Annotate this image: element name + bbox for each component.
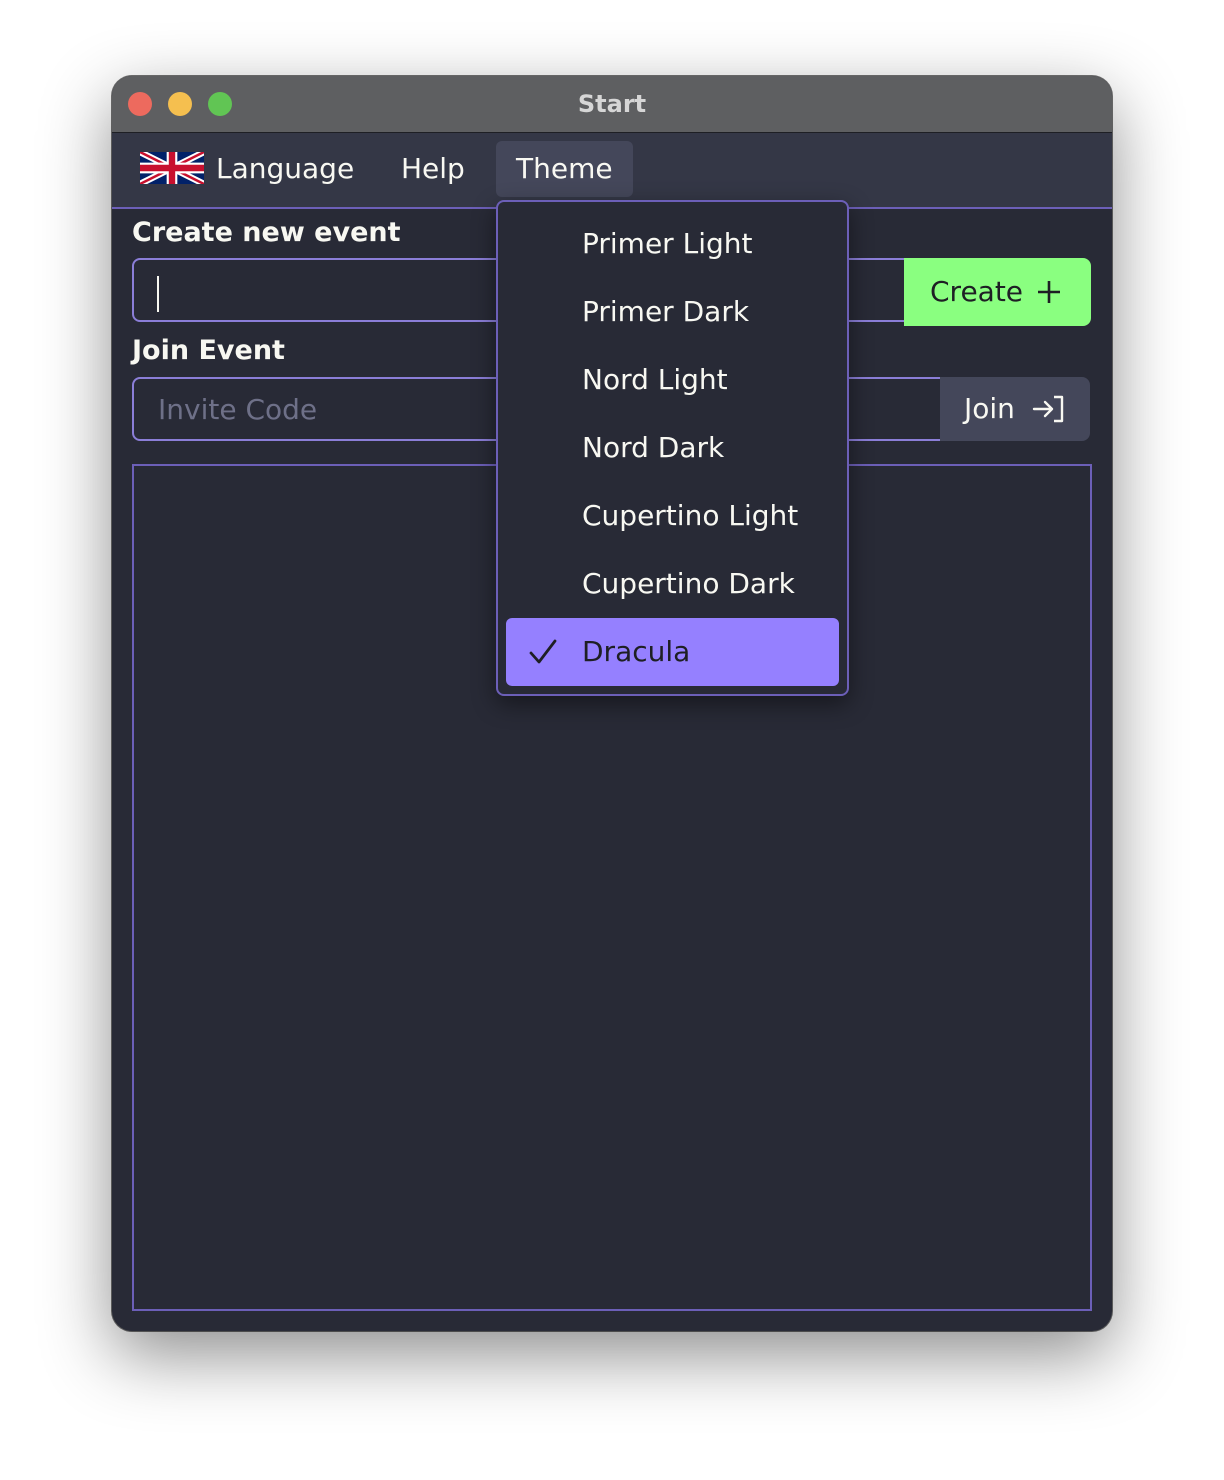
check-icon — [529, 639, 557, 664]
theme-option-nord-dark[interactable]: Nord Dark — [506, 414, 839, 482]
theme-option-label: Primer Light — [582, 227, 753, 260]
join-event-heading: Join Event — [132, 335, 285, 366]
theme-option-label: Primer Dark — [582, 295, 750, 328]
menu-language-label: Language — [216, 152, 355, 185]
menu-language[interactable]: Language — [120, 141, 374, 197]
create-button-label: Create — [930, 275, 1024, 308]
text-cursor — [157, 276, 159, 312]
theme-option-label: Cupertino Dark — [582, 567, 795, 600]
theme-option-label: Nord Light — [582, 363, 728, 396]
theme-option-label: Cupertino Light — [582, 499, 799, 532]
theme-option-cupertino-dark[interactable]: Cupertino Dark — [506, 550, 839, 618]
menu-bar: Language Help Theme — [112, 133, 1112, 209]
create-event-heading: Create new event — [132, 217, 401, 248]
theme-dropdown-menu: Primer Light Primer Dark Nord Light Nord… — [496, 200, 849, 696]
theme-option-label: Dracula — [582, 635, 691, 668]
plus-icon — [1038, 281, 1060, 303]
menu-help[interactable]: Help — [381, 141, 485, 197]
theme-option-primer-light[interactable]: Primer Light — [506, 210, 839, 278]
join-button[interactable]: Join — [940, 377, 1090, 441]
window-title: Start — [577, 90, 647, 118]
create-button[interactable]: Create — [904, 258, 1091, 326]
sign-in-icon — [1032, 395, 1064, 423]
theme-option-label: Nord Dark — [582, 431, 725, 464]
theme-option-dracula[interactable]: Dracula — [506, 618, 839, 686]
theme-option-nord-light[interactable]: Nord Light — [506, 346, 839, 414]
theme-option-cupertino-light[interactable]: Cupertino Light — [506, 482, 839, 550]
join-button-label: Join — [964, 392, 1015, 425]
menu-theme[interactable]: Theme — [496, 141, 633, 197]
theme-option-primer-dark[interactable]: Primer Dark — [506, 278, 839, 346]
uk-flag-icon — [140, 152, 204, 184]
title-bar: Start — [112, 76, 1112, 133]
